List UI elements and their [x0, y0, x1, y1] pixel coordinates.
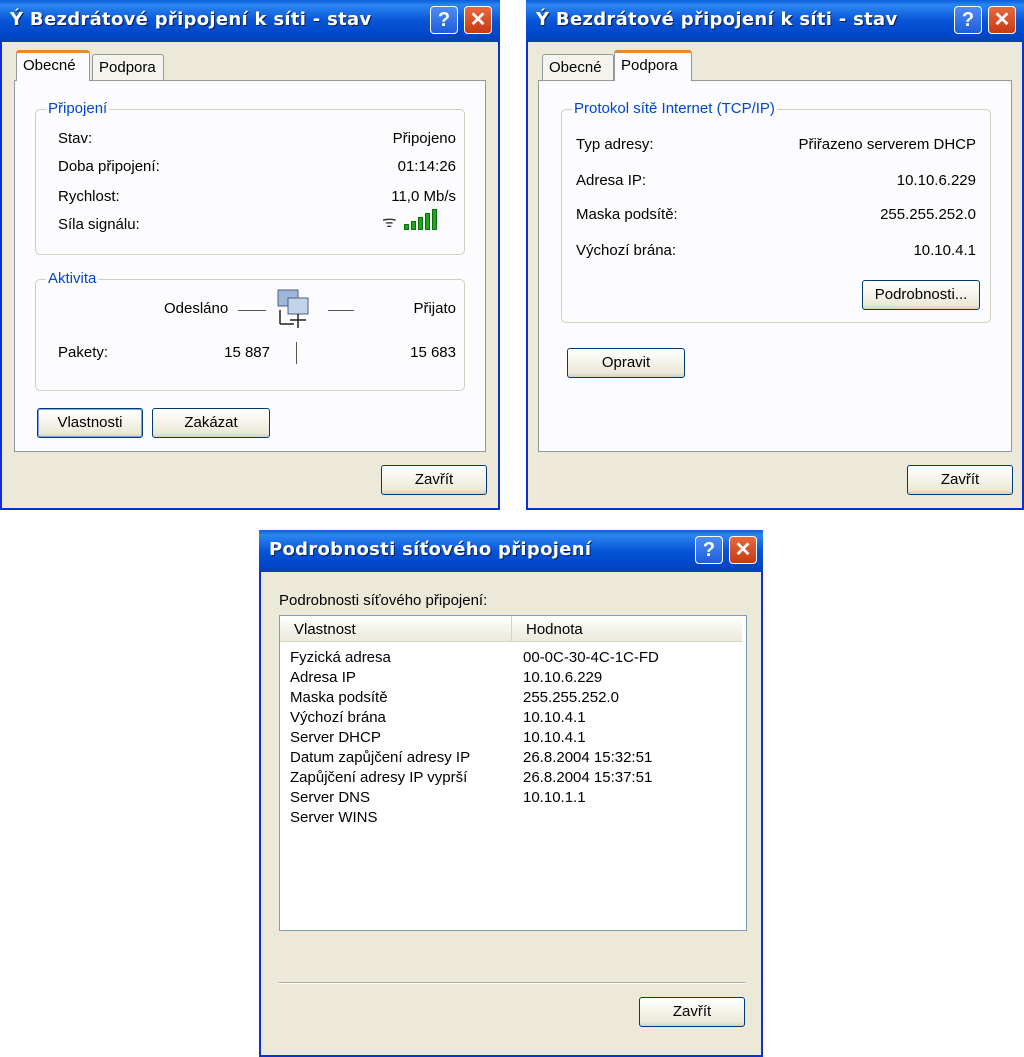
value-cell: 10.10.4.1 [523, 709, 586, 726]
address-type-value: Přiřazeno serverem DHCP [798, 136, 976, 153]
tab-general[interactable]: Obecné [542, 54, 614, 81]
property-cell: Fyzická adresa [290, 649, 391, 666]
value-cell: 10.10.4.1 [523, 729, 586, 746]
ip-address-value: 10.10.6.229 [896, 172, 976, 189]
repair-button[interactable]: Opravit [567, 348, 685, 378]
property-cell: Server DHCP [290, 729, 381, 746]
details-list[interactable]: Vlastnost Hodnota Fyzická adresa 00-0C-3… [279, 615, 747, 931]
speed-value: 11,0 Mb/s [391, 188, 456, 205]
sent-line [238, 310, 266, 311]
speed-label: Rychlost: [58, 188, 120, 205]
packets-received-value: 15 683 [410, 344, 456, 361]
status-label: Stav: [58, 130, 93, 147]
value-cell: 26.8.2004 15:37:51 [523, 769, 653, 786]
subnet-mask-label: Maska podsítě: [576, 206, 678, 223]
tab-support[interactable]: Podpora [92, 54, 164, 81]
close-button[interactable]: Zavřít [907, 465, 1013, 495]
duration-label: Doba připojení: [58, 158, 160, 175]
details-button[interactable]: Podrobnosti... [862, 280, 980, 310]
column-header-property[interactable]: Vlastnost [280, 616, 512, 642]
column-header-value[interactable]: Hodnota [512, 616, 742, 642]
packets-divider [296, 342, 297, 364]
tab-general[interactable]: Obecné [16, 50, 90, 81]
antenna-icon: Ý [10, 9, 24, 30]
close-icon[interactable]: ✕ [729, 536, 757, 564]
tab-panel: Připojení Stav: Připojeno Doba připojení… [14, 80, 486, 452]
property-cell: Zapůjčení adresy IP vyprší [290, 769, 468, 786]
default-gateway-value: 10.10.4.1 [913, 242, 976, 259]
packets-sent-value: 15 887 [224, 344, 270, 361]
sent-label: Odesláno [164, 300, 229, 317]
received-line [328, 310, 354, 311]
close-button[interactable]: Zavřít [381, 465, 487, 495]
connection-group: Připojení Stav: Připojeno Doba připojení… [35, 100, 465, 255]
signal-bar [425, 213, 430, 230]
signal-bar [432, 209, 437, 230]
connection-details-dialog: Podrobnosti síťového připojení ? ✕ Podro… [259, 530, 763, 1057]
signal-label: Síla signálu: [58, 216, 140, 233]
property-cell: Datum zapůjčení adresy IP [290, 749, 471, 766]
signal-strength-bars [404, 209, 437, 230]
window-title: Ý Bezdrátové připojení k síti - stav [536, 9, 898, 30]
ip-address-label: Adresa IP: [576, 172, 647, 189]
value-cell: 00-0C-30-4C-1C-FD [523, 649, 659, 666]
wireless-icon: ᯤ [382, 214, 397, 231]
connection-group-label: Připojení [46, 100, 110, 117]
property-cell: Maska podsítě [290, 689, 388, 706]
properties-button[interactable]: Vlastnosti [37, 408, 143, 438]
packets-label: Pakety: [58, 344, 109, 361]
status-value: Připojeno [392, 130, 456, 147]
status-window-general: Ý Bezdrátové připojení k síti - stav ? ✕… [0, 0, 500, 510]
separator [279, 982, 745, 984]
antenna-icon: Ý [536, 9, 550, 30]
address-type-label: Typ adresy: [576, 136, 654, 153]
title-bar: Podrobnosti síťového připojení ? ✕ [259, 530, 763, 572]
details-caption: Podrobnosti síťového připojení: [279, 592, 488, 609]
disable-button[interactable]: Zakázat [152, 408, 270, 438]
property-cell: Výchozí brána [290, 709, 386, 726]
tcpip-group-label: Protokol sítě Internet (TCP/IP) [572, 100, 777, 117]
close-icon[interactable]: ✕ [988, 6, 1016, 34]
tcpip-group: Protokol sítě Internet (TCP/IP) Typ adre… [561, 100, 991, 323]
duration-value: 01:14:26 [397, 158, 456, 175]
status-window-support: Ý Bezdrátové připojení k síti - stav ? ✕… [526, 0, 1024, 510]
signal-bar [411, 221, 416, 230]
activity-group-label: Aktivita [46, 270, 99, 287]
subnet-mask-value: 255.255.252.0 [880, 206, 976, 223]
window-title: Ý Bezdrátové připojení k síti - stav [10, 9, 372, 30]
close-button[interactable]: Zavřít [639, 997, 745, 1027]
property-cell: Server DNS [290, 789, 371, 806]
property-cell: Server WINS [290, 809, 378, 826]
tab-panel: Protokol sítě Internet (TCP/IP) Typ adre… [538, 80, 1012, 452]
activity-group: Aktivita Odesláno Přijato Pakety: 15 887… [35, 270, 465, 391]
title-bar: Ý Bezdrátové připojení k síti - stav ? ✕ [526, 0, 1024, 42]
value-cell: 255.255.252.0 [523, 689, 619, 706]
close-icon[interactable]: ✕ [464, 6, 492, 34]
value-cell: 10.10.1.1 [523, 789, 586, 806]
window-title: Podrobnosti síťového připojení [269, 539, 592, 560]
help-button[interactable]: ? [954, 6, 982, 34]
help-button[interactable]: ? [430, 6, 458, 34]
help-button[interactable]: ? [695, 536, 723, 564]
signal-bar [404, 224, 409, 230]
network-computers-icon [277, 289, 309, 328]
received-label: Přijato [413, 300, 456, 317]
value-cell: 26.8.2004 15:32:51 [523, 749, 653, 766]
default-gateway-label: Výchozí brána: [576, 242, 677, 259]
tab-support[interactable]: Podpora [614, 50, 692, 81]
value-cell: 10.10.6.229 [523, 669, 603, 686]
property-cell: Adresa IP [290, 669, 356, 686]
title-bar: Ý Bezdrátové připojení k síti - stav ? ✕ [0, 0, 500, 42]
signal-bar [418, 217, 423, 230]
